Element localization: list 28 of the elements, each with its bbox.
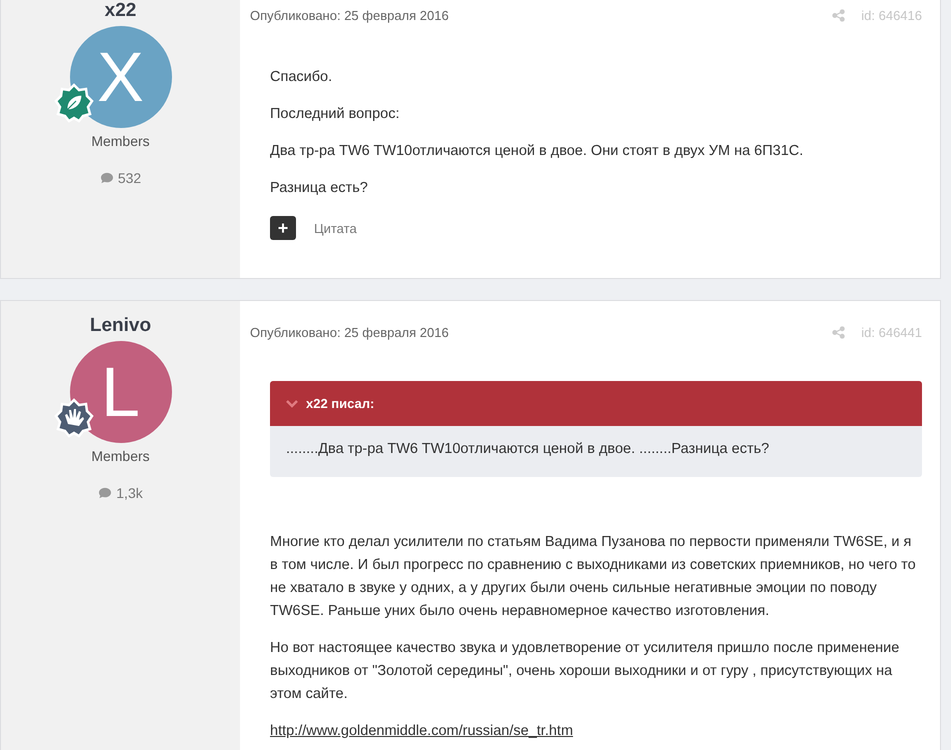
quote-label[interactable]: Цитата [314, 220, 357, 236]
quote-text: ........Два тр-ра TW6 TW10отличаются ценой в двое. ........Разница есть? [285, 440, 770, 459]
comment-icon [98, 487, 112, 499]
post-date: Опубликовано: 25 февраля 2016 [250, 8, 450, 22]
quote-author: x22 писал: [306, 396, 374, 411]
chevron-icon[interactable] [286, 400, 298, 408]
member-group: Members [91, 448, 150, 464]
post-date: Опубликовано: 25 февраля 2016 [250, 324, 450, 340]
post-paragraph: Разница есть? [270, 179, 369, 198]
post-paragraph: Спасибо. [270, 68, 334, 87]
post-paragraph: Многие кто делал усилители по статьям Вадима Пузанова по первости применяли TW6SE, и я в том числе. И был прогресс по сравнению с выходниками из советских приемников, но чего то не хватало в звуке у одних, а у других были очень сильные негативные эмоции по поводу TW6SE. Раньше уних было очень неравномерное качество изготовления. [270, 533, 917, 621]
member-group: Members [91, 133, 150, 149]
hand-badge-icon [54, 398, 94, 438]
post-count: 1,3k [116, 485, 143, 501]
post-paragraph: Два тр-ра TW6 TW10отличаются ценой в двое. Они стоят в двух УМ на 6П31С. [270, 142, 804, 161]
author-name[interactable]: x22 [104, 0, 136, 22]
post-paragraph: Последний вопрос: [270, 105, 401, 124]
leaf-badge-icon [54, 83, 94, 123]
comment-icon [100, 172, 114, 184]
avatar[interactable]: L [70, 341, 172, 443]
share-icon[interactable] [832, 8, 846, 22]
avatar[interactable]: X [70, 26, 172, 128]
add-quote-button[interactable]: + [270, 216, 296, 240]
post-link[interactable]: http://www.goldenmiddle.com/russian/se_tr.htm [270, 723, 574, 739]
author-name[interactable]: Lenivo [90, 315, 152, 337]
post-count: 532 [118, 170, 142, 186]
post-paragraph: Но вот настоящее качество звука и удовлетворение от усилителя пришло после применение выходников от "Золотой середины", очень хороши выходники и от гуру , присутствующих на этом сайте. [270, 639, 900, 704]
share-icon[interactable] [832, 326, 846, 338]
